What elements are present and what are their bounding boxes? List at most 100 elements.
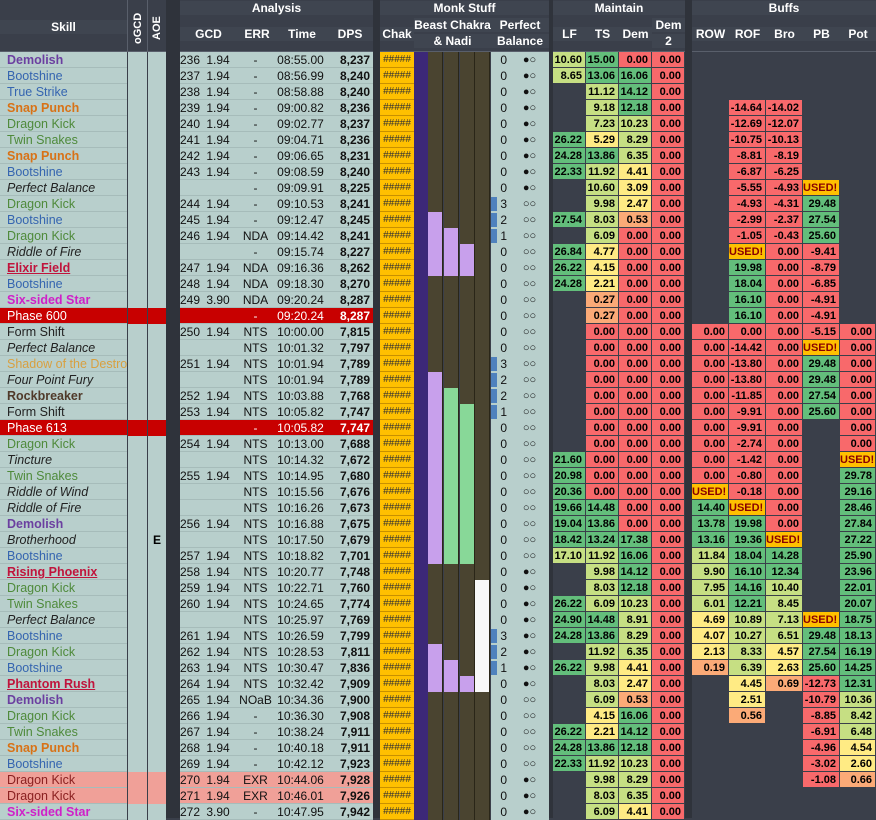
dps-value: 7,909 <box>327 676 373 692</box>
skill-name[interactable]: Demolish <box>0 516 127 532</box>
skill-name[interactable]: Bootshine <box>0 548 127 564</box>
buff-pb: 27.54 <box>803 212 840 228</box>
chakra-gauge <box>414 404 428 420</box>
pb-count: 0 <box>491 84 510 100</box>
skill-name[interactable]: Form Shift <box>0 324 127 340</box>
skill-name[interactable]: Riddle of Fire <box>0 244 127 260</box>
aoe-cell <box>148 356 166 372</box>
beast-chakra-slot <box>428 532 443 548</box>
beast-chakra-slot <box>459 692 475 708</box>
skill-name[interactable]: Snap Punch <box>0 740 127 756</box>
beast-chakra-slot <box>428 180 443 196</box>
skill-name[interactable]: Dragon Kick <box>0 196 127 212</box>
skill-name[interactable]: Perfect Balance <box>0 180 127 196</box>
err-code: EXR <box>237 788 277 804</box>
chakra-gauge <box>414 372 428 388</box>
skill-name[interactable]: Perfect Balance <box>0 612 127 628</box>
skill-name[interactable]: Bootshine <box>0 276 127 292</box>
skill-name[interactable]: Twin Snakes <box>0 596 127 612</box>
skill-name[interactable]: Twin Snakes <box>0 132 127 148</box>
buff-rof: 18.04 <box>729 548 766 564</box>
buff-pb: -6.91 <box>803 724 840 740</box>
buff-pb <box>803 484 840 500</box>
skill-name[interactable]: Bootshine <box>0 212 127 228</box>
gcd-value <box>202 308 237 324</box>
skill-name[interactable]: Dragon Kick <box>0 708 127 724</box>
maintain-dem2: 0.00 <box>652 436 685 452</box>
buff-bro <box>766 708 803 724</box>
ogcd-cell <box>128 244 147 260</box>
skill-name[interactable]: Riddle of Fire <box>0 500 127 516</box>
skill-name[interactable]: Bootshine <box>0 756 127 772</box>
skill-name[interactable]: Rockbreaker <box>0 388 127 404</box>
pb-count: 0 <box>491 484 510 500</box>
skill-name[interactable]: Dragon Kick <box>0 772 127 788</box>
skill-name[interactable]: Four Point Fury <box>0 372 127 388</box>
maintain-ts: 6.09 <box>586 596 619 612</box>
skill-name[interactable]: Bootshine <box>0 164 127 180</box>
skill-name[interactable]: Dragon Kick <box>0 228 127 244</box>
buff-bro <box>766 756 803 772</box>
aoe-cell <box>148 756 166 772</box>
skill-name[interactable]: Bootshine <box>0 68 127 84</box>
skill-name[interactable]: Perfect Balance <box>0 340 127 356</box>
skill-name[interactable]: Six-sided Star <box>0 292 127 308</box>
skill-name[interactable]: Brotherhood <box>0 532 127 548</box>
skill-name[interactable]: Bootshine <box>0 660 127 676</box>
aoe-cell <box>148 244 166 260</box>
chakra-count: ##### <box>380 276 414 292</box>
skill-name[interactable]: Demolish <box>0 52 127 68</box>
chakra-gauge <box>414 708 428 724</box>
skill-name[interactable]: Dragon Kick <box>0 436 127 452</box>
err-code: NTS <box>237 372 277 388</box>
skill-name[interactable]: Shadow of the Destroyer <box>0 356 127 372</box>
maintain-dem2: 0.00 <box>652 340 685 356</box>
maintain-dem: 0.00 <box>619 276 652 292</box>
chakra-count: ##### <box>380 788 414 804</box>
skill-name[interactable]: Dragon Kick <box>0 116 127 132</box>
skill-name[interactable]: Phase 613 <box>0 420 127 436</box>
maintain-lf: 19.66 <box>553 500 586 516</box>
skill-name[interactable]: Tincture <box>0 452 127 468</box>
buff-pb: -6.85 <box>803 276 840 292</box>
skill-name[interactable]: Snap Punch <box>0 100 127 116</box>
err-code: NTS <box>237 644 277 660</box>
skill-name[interactable]: Riddle of Wind <box>0 484 127 500</box>
skill-name[interactable]: Twin Snakes <box>0 724 127 740</box>
skill-name[interactable]: Bootshine <box>0 628 127 644</box>
skill-name[interactable]: Snap Punch <box>0 148 127 164</box>
ogcd-cell <box>128 644 147 660</box>
aoe-cell <box>148 308 166 324</box>
skill-name[interactable]: Twin Snakes <box>0 468 127 484</box>
gcd-value: 1.94 <box>202 756 237 772</box>
beast-chakra-slot <box>428 756 443 772</box>
beast-chakra-slot <box>443 52 459 68</box>
skill-name[interactable]: Rising Phoenix <box>0 564 127 580</box>
skill-name[interactable]: Dragon Kick <box>0 644 127 660</box>
skill-name[interactable]: Phase 600 <box>0 308 127 324</box>
aoe-cell <box>148 100 166 116</box>
time-value: 08:56.99 <box>277 68 327 84</box>
aoe-cell <box>148 340 166 356</box>
buff-bro: 0.00 <box>766 356 803 372</box>
time-value: 10:32.42 <box>277 676 327 692</box>
err-code: NTS <box>237 452 277 468</box>
buff-rof: 16.10 <box>729 564 766 580</box>
maintain-ts: 0.00 <box>586 404 619 420</box>
maintain-dem: 4.41 <box>619 164 652 180</box>
skill-name[interactable]: Phantom Rush <box>0 676 127 692</box>
buff-row <box>692 164 729 180</box>
skill-name[interactable]: Dragon Kick <box>0 580 127 596</box>
skill-name[interactable]: Form Shift <box>0 404 127 420</box>
skill-name[interactable]: Elixir Field <box>0 260 127 276</box>
skill-name[interactable]: True Strike <box>0 84 127 100</box>
maintain-ts: 0.00 <box>586 372 619 388</box>
gcd-value: 1.94 <box>202 116 237 132</box>
skill-name[interactable]: Dragon Kick <box>0 788 127 804</box>
buff-row <box>692 196 729 212</box>
skill-name[interactable]: Demolish <box>0 692 127 708</box>
buff-row: USED! <box>692 484 729 500</box>
nadi-dots: ○○ <box>510 516 549 532</box>
aoe-cell <box>148 724 166 740</box>
pb-count: 0 <box>491 724 510 740</box>
